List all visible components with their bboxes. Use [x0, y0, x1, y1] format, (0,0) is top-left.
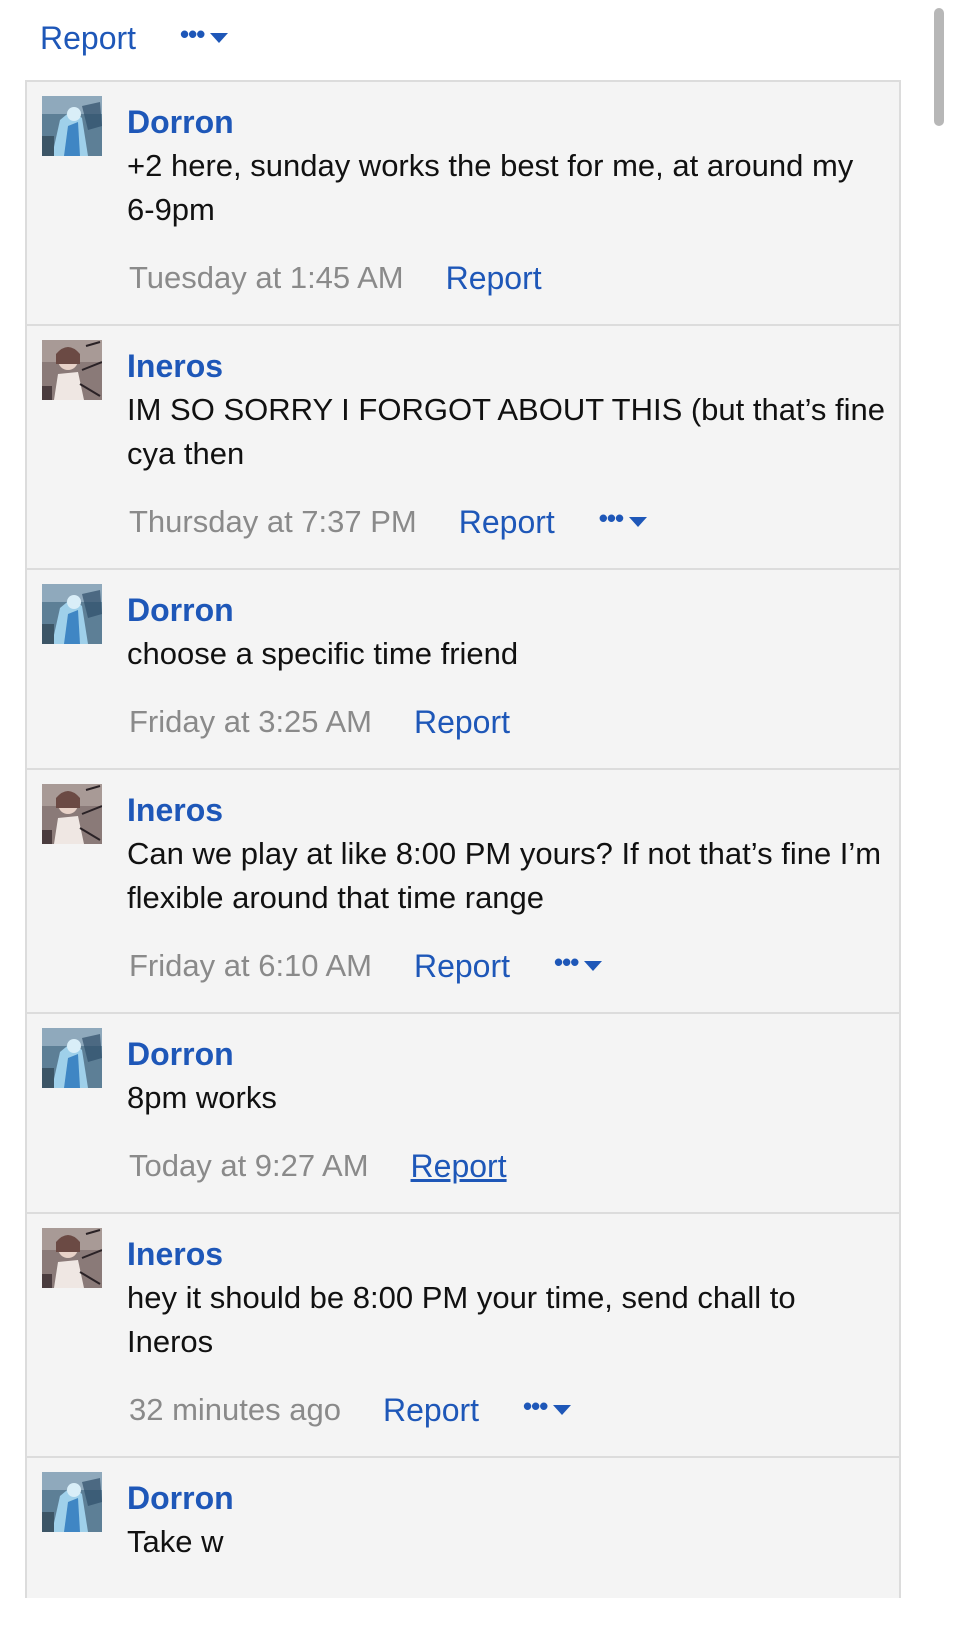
report-link[interactable]: Report	[414, 704, 510, 741]
caret-down-icon	[210, 33, 229, 43]
comment-text: Can we play at like 8:00 PM yours? If no…	[127, 836, 882, 915]
report-link[interactable]: Report	[446, 260, 542, 297]
username-link[interactable]: Ineros	[127, 1234, 889, 1274]
username-link[interactable]: Ineros	[127, 346, 889, 386]
report-link[interactable]: Report	[414, 948, 510, 985]
timestamp[interactable]: Thursday at 7:37 PM	[129, 504, 417, 540]
comment-item: Dorron 8pm works Today at 9:27 AM Report	[25, 1014, 901, 1214]
timestamp[interactable]: 32 minutes ago	[129, 1392, 341, 1428]
comment-item: Dorron Take w	[25, 1458, 901, 1598]
more-menu-button[interactable]: •••	[554, 949, 603, 979]
more-dots-icon: •••	[523, 1391, 548, 1421]
avatar[interactable]	[42, 340, 102, 400]
avatar[interactable]	[42, 784, 102, 844]
comment-item: Ineros IM SO SORRY I FORGOT ABOUT THIS (…	[25, 326, 901, 570]
avatar-image	[42, 784, 102, 844]
username-link[interactable]: Dorron	[127, 1034, 889, 1074]
comment-body: Ineros Can we play at like 8:00 PM yours…	[127, 790, 889, 920]
more-dots-icon: •••	[554, 947, 579, 977]
avatar[interactable]	[42, 1472, 102, 1532]
comment-body: Ineros hey it should be 8:00 PM your tim…	[127, 1234, 889, 1364]
comment-meta: 32 minutes ago Report •••	[129, 1388, 572, 1432]
comment-body: Dorron 8pm works	[127, 1034, 889, 1120]
timestamp[interactable]: Friday at 3:25 AM	[129, 704, 372, 740]
comment-body: Dorron Take w	[127, 1478, 889, 1564]
top-action-bar: Report •••	[40, 14, 229, 62]
page: Report ••• Dorron +2 here, sunday works …	[0, 0, 960, 1625]
comment-item: Ineros Can we play at like 8:00 PM yours…	[25, 770, 901, 1014]
comment-text: +2 here, sunday works the best for me, a…	[127, 148, 854, 227]
caret-down-icon	[629, 517, 648, 527]
report-link[interactable]: Report	[411, 1148, 507, 1185]
comment-body: Dorron +2 here, sunday works the best fo…	[127, 102, 889, 232]
avatar[interactable]	[42, 96, 102, 156]
username-link[interactable]: Dorron	[127, 590, 889, 630]
more-dots-icon: •••	[180, 19, 205, 49]
report-link[interactable]: Report	[383, 1392, 479, 1429]
avatar[interactable]	[42, 1028, 102, 1088]
timestamp[interactable]: Friday at 6:10 AM	[129, 948, 372, 984]
avatar[interactable]	[42, 1228, 102, 1288]
more-dots-icon: •••	[598, 503, 624, 533]
comment-body: Ineros IM SO SORRY I FORGOT ABOUT THIS (…	[127, 346, 889, 476]
comment-meta: Today at 9:27 AM Report	[129, 1144, 507, 1188]
comment-meta: Friday at 3:25 AM Report	[129, 700, 510, 744]
comment-text: choose a specific time friend	[127, 636, 519, 671]
avatar-image	[42, 1228, 102, 1288]
comment-item: Dorron choose a specific time friend Fri…	[25, 570, 901, 770]
username-link[interactable]: Ineros	[127, 790, 889, 830]
comment-thread: Dorron +2 here, sunday works the best fo…	[25, 80, 901, 1598]
timestamp[interactable]: Tuesday at 1:45 AM	[129, 260, 404, 296]
comment-item: Ineros hey it should be 8:00 PM your tim…	[25, 1214, 901, 1458]
comment-meta: Thursday at 7:37 PM Report •••	[129, 500, 648, 544]
avatar-image	[42, 1472, 102, 1532]
avatar-image	[42, 584, 102, 644]
comment-body: Dorron choose a specific time friend	[127, 590, 889, 676]
more-menu-button[interactable]: •••	[523, 1393, 572, 1423]
avatar-image	[42, 340, 102, 400]
caret-down-icon	[553, 1405, 572, 1415]
report-link[interactable]: Report	[40, 20, 136, 57]
more-menu-button[interactable]: •••	[180, 21, 229, 51]
comment-text: IM SO SORRY I FORGOT ABOUT THIS (but tha…	[127, 392, 886, 471]
comment-text: 8pm works	[127, 1080, 277, 1115]
avatar-image	[42, 1028, 102, 1088]
comment-text: Take w	[127, 1524, 224, 1559]
scrollbar-thumb[interactable]	[934, 8, 944, 126]
comment-text: hey it should be 8:00 PM your time, send…	[127, 1280, 796, 1359]
timestamp[interactable]: Today at 9:27 AM	[129, 1148, 369, 1184]
username-link[interactable]: Dorron	[127, 1478, 889, 1518]
caret-down-icon	[584, 961, 603, 971]
avatar[interactable]	[42, 584, 102, 644]
comment-item: Dorron +2 here, sunday works the best fo…	[25, 82, 901, 326]
comment-meta: Friday at 6:10 AM Report •••	[129, 944, 603, 988]
report-link[interactable]: Report	[459, 504, 555, 541]
avatar-image	[42, 96, 102, 156]
more-menu-button[interactable]: •••	[599, 505, 648, 535]
username-link[interactable]: Dorron	[127, 102, 889, 142]
comment-meta: Tuesday at 1:45 AM Report	[129, 256, 542, 300]
